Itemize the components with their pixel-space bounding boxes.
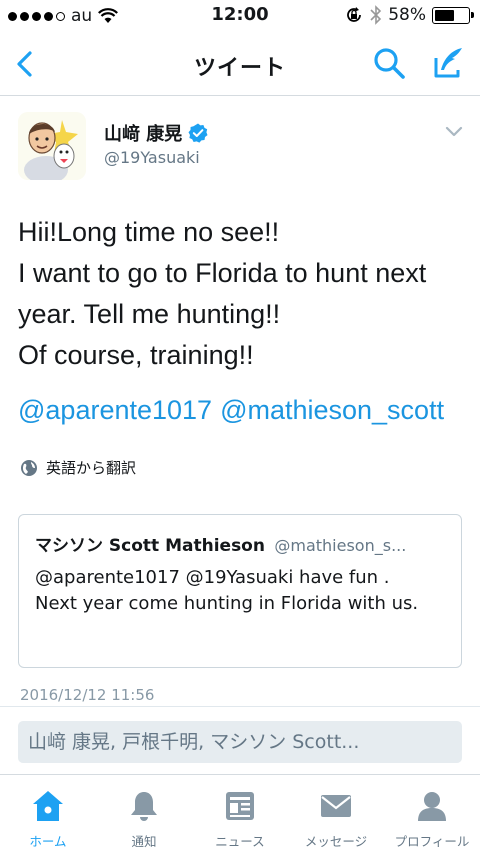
bluetooth-icon [370, 5, 382, 25]
quoted-author-name: マシソン Scott Mathieson [35, 536, 265, 556]
tab-label: メッセージ [304, 834, 368, 849]
bell-icon [131, 792, 157, 821]
author-name-text: 山﨑 康晃 [104, 124, 183, 145]
nav-bar: ツイート [0, 30, 480, 96]
tab-messages[interactable]: メッセージ [288, 775, 384, 852]
tweet-line: year. Tell me hunting!! [18, 299, 281, 329]
author-name[interactable]: 山﨑 康晃 [104, 120, 208, 146]
battery-level [435, 9, 454, 21]
verified-badge-icon [188, 123, 208, 143]
tweet-line: Hii!Long time no see!! [18, 217, 280, 247]
mention-link[interactable]: @aparente1017 [18, 395, 212, 426]
quoted-tweet[interactable]: マシソン Scott Mathieson @mathieson_s... @ap… [18, 514, 462, 668]
tab-label: ホーム [29, 834, 67, 849]
status-right: 58% [344, 5, 474, 25]
translate-link[interactable]: 英語から翻訳 [20, 457, 136, 478]
quoted-author-handle: @mathieson_s... [274, 536, 407, 555]
tweet-text: Hii!Long time no see!! I want to go to F… [18, 212, 468, 376]
battery-percent: 58% [388, 5, 426, 25]
avatar-illustration [18, 112, 86, 180]
tab-home[interactable]: ホーム [0, 775, 96, 852]
search-icon[interactable] [370, 44, 410, 84]
reply-bar: 山﨑 康晃, 戸根千明, マシソン Scott... [0, 706, 480, 774]
status-bar: au 12:00 58% [0, 0, 480, 30]
quoted-tweet-text: @aparente1017 @19Yasuaki have fun . Next… [35, 567, 419, 614]
translate-label: 英語から翻訳 [46, 459, 137, 477]
tweet-timestamp: 2016/12/12 11:56 [20, 686, 155, 704]
tab-profile[interactable]: プロフィール [384, 775, 480, 852]
tab-label: プロフィール [394, 834, 470, 849]
quoted-tweet-header: マシソン Scott Mathieson @mathieson_s... [35, 531, 406, 556]
tweet-line: Of course, training!! [18, 340, 254, 370]
author-avatar[interactable] [18, 112, 86, 180]
profile-icon [418, 792, 446, 821]
tab-label: 通知 [131, 834, 157, 849]
tab-label: ニュース [215, 834, 265, 849]
envelope-icon [321, 795, 351, 817]
rotation-lock-icon [347, 7, 362, 22]
chevron-down-icon[interactable] [440, 122, 468, 142]
news-icon [226, 792, 254, 820]
home-icon [33, 791, 63, 821]
battery-icon [432, 6, 474, 24]
mention-link[interactable]: @mathieson_scott [220, 395, 444, 426]
tweet-line: I want to go to Florida to hunt next [18, 258, 427, 288]
reply-input[interactable]: 山﨑 康晃, 戸根千明, マシソン Scott... [18, 721, 462, 763]
tweet-mentions: @aparente1017 @mathieson_scott [18, 395, 444, 426]
globe-icon [21, 459, 37, 476]
tab-bar: ホーム 通知 ニュース メッセージ プロフィール [0, 774, 480, 852]
compose-tweet-icon[interactable] [428, 44, 468, 84]
tab-news[interactable]: ニュース [192, 775, 288, 852]
author-handle[interactable]: @19Yasuaki [104, 148, 200, 167]
tab-notifications[interactable]: 通知 [96, 775, 192, 852]
